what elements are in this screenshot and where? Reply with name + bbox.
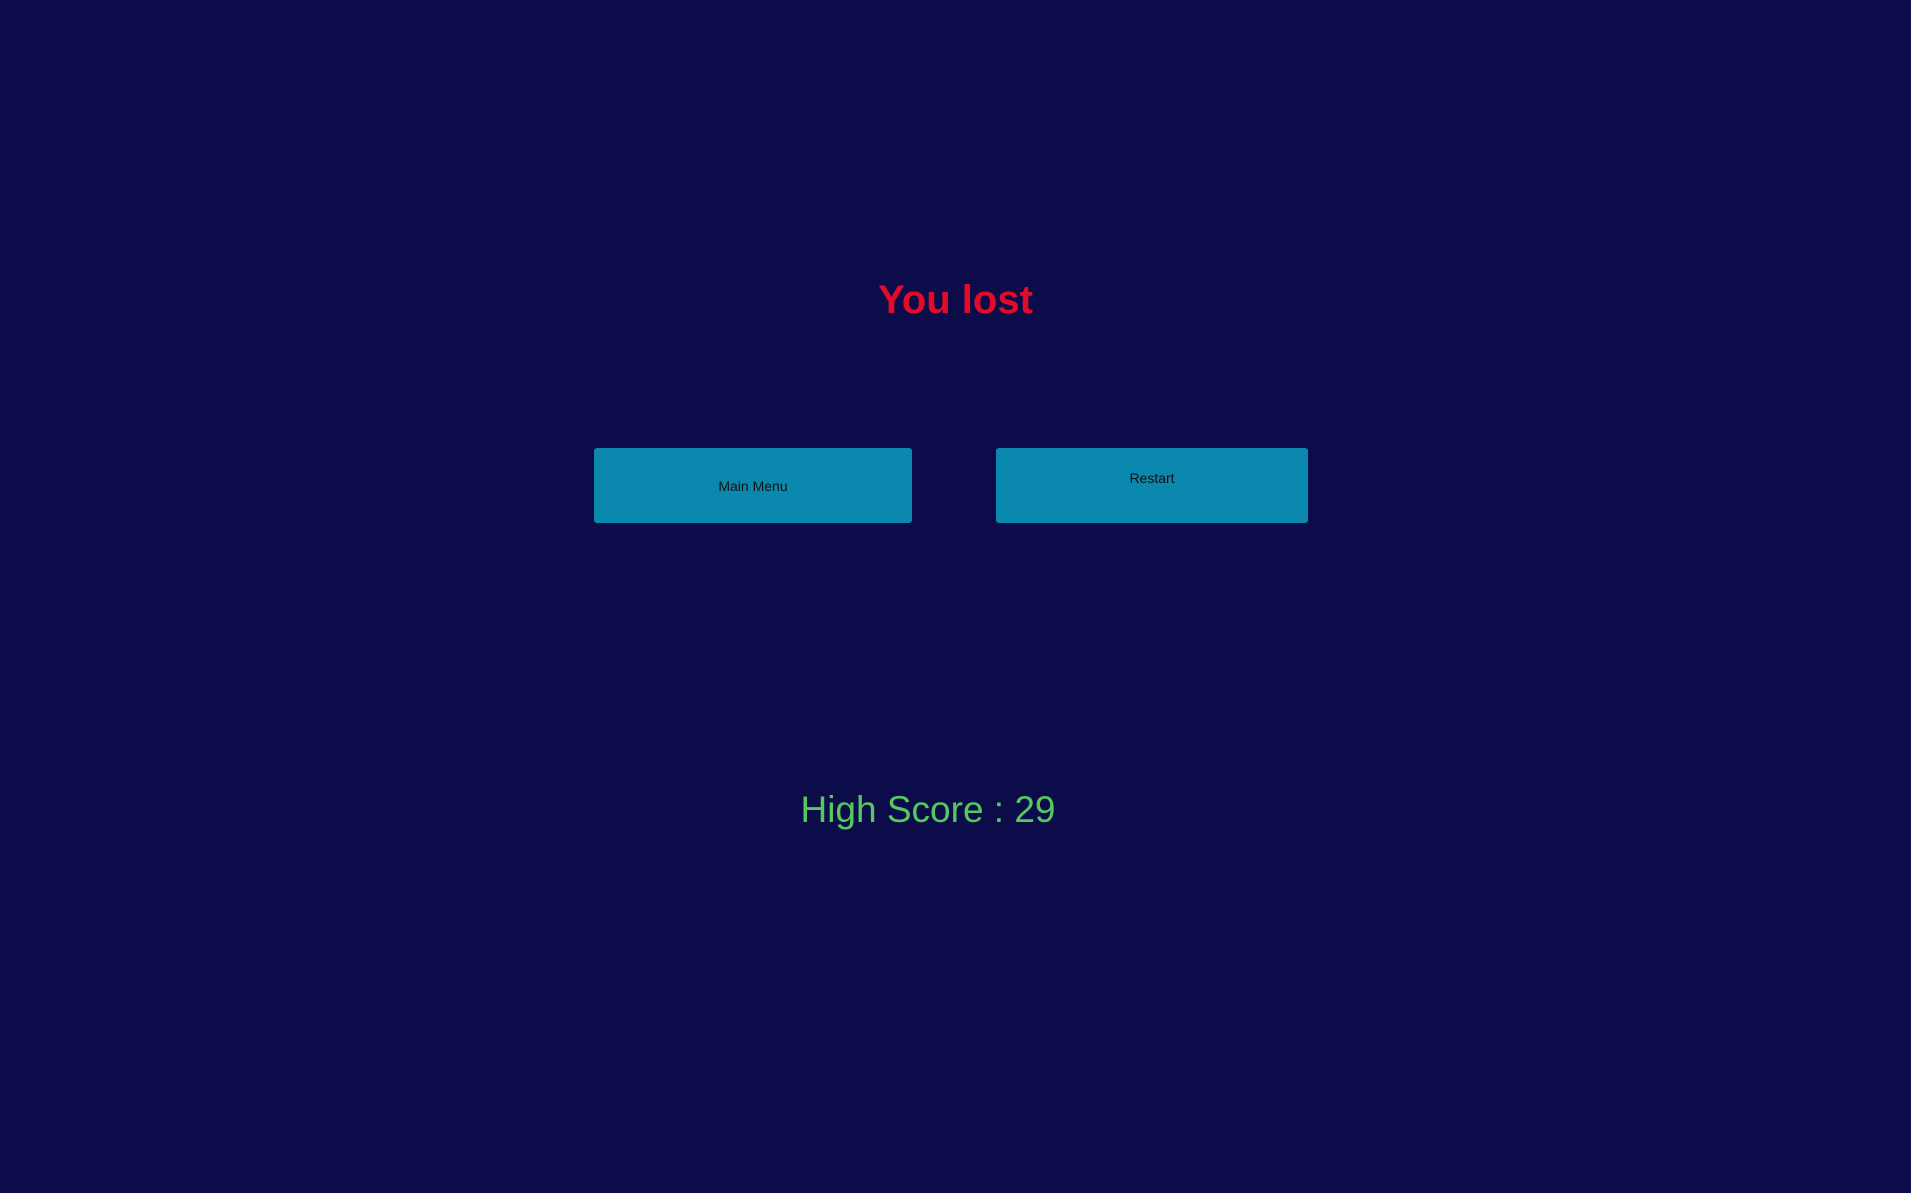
high-score-display: High Score : 29: [0, 785, 1911, 835]
main-menu-button-label: Main Menu: [718, 477, 788, 494]
main-menu-button[interactable]: Main Menu: [594, 448, 912, 523]
high-score-text: High Score : 29: [800, 789, 1056, 830]
game-over-screen: You lost Main Menu Restart High Score : …: [0, 0, 1911, 1193]
game-over-title: You lost: [878, 278, 1033, 322]
restart-button[interactable]: Restart: [996, 448, 1308, 523]
restart-button-label: Restart: [1129, 470, 1175, 486]
